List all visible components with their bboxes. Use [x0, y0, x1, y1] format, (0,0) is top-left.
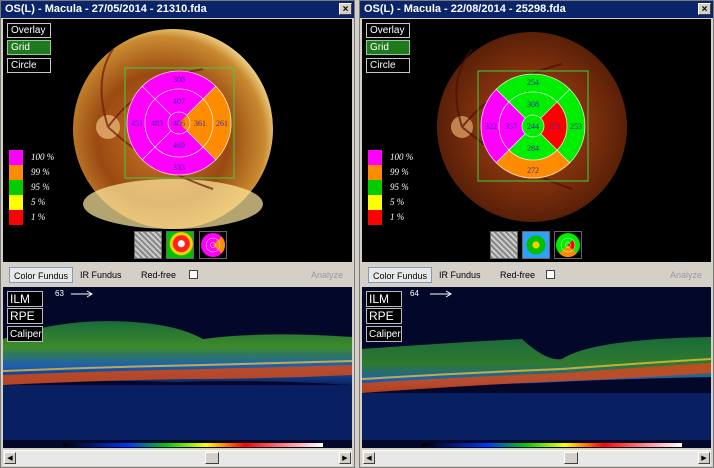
- caliper-button[interactable]: Caliper: [7, 326, 43, 342]
- grid-outer-bottom-value: 272: [527, 166, 539, 175]
- grid-inner-right-value: 361: [194, 119, 206, 128]
- red-free-checkbox[interactable]: [189, 270, 198, 279]
- legend-swatch: [368, 180, 382, 195]
- grid-center-value: 244: [527, 122, 539, 131]
- grid-inner-right-value: 253: [548, 122, 560, 131]
- oct-bscan-view[interactable]: 63 ILM RPE Caliper: [3, 287, 352, 448]
- tab-color-fundus[interactable]: Color Fundus: [9, 267, 74, 283]
- fundus-image-view[interactable]: 308 407 406 483 361 451 261 469 333 Over…: [3, 19, 352, 262]
- grid-inner-top-value: 308: [527, 100, 539, 109]
- tab-ir-fundus[interactable]: IR Fundus: [80, 267, 122, 283]
- left-scan-window: OS(L) - Macula - 27/05/2014 - 21310.fda …: [0, 0, 355, 468]
- window-title: OS(L) - Macula - 27/05/2014 - 21310.fda …: [1, 1, 354, 18]
- image-mode-tabs: Color Fundus IR Fundus Red-free Analyze: [3, 264, 352, 286]
- overlay-button[interactable]: Overlay: [366, 23, 410, 38]
- analyze-button[interactable]: Analyze: [670, 267, 702, 283]
- legend-swatch: [368, 165, 382, 180]
- oct-thumbnail[interactable]: [490, 231, 518, 259]
- etdrs-grid: 308 407 406 483 361 451 261 469 333: [126, 70, 232, 176]
- tab-red-free[interactable]: Red-free: [500, 267, 535, 283]
- circle-button[interactable]: Circle: [7, 58, 51, 73]
- close-button[interactable]: ×: [339, 3, 352, 15]
- thickness-map-thumbnail[interactable]: [522, 231, 550, 259]
- fundus-image-view[interactable]: 254 308 244 357 253 322 253 284 272 Over…: [362, 19, 711, 262]
- grid-thumbnail[interactable]: [199, 231, 227, 259]
- tab-color-fundus[interactable]: Color Fundus: [368, 267, 433, 283]
- grid-inner-bottom-value: 284: [527, 144, 539, 153]
- grid-thumbnail[interactable]: [554, 231, 582, 259]
- ilm-button[interactable]: ILM: [7, 291, 43, 307]
- circle-button[interactable]: Circle: [366, 58, 410, 73]
- rpe-button[interactable]: RPE: [7, 308, 43, 324]
- scan-scrollbar[interactable]: ◀ ▶: [3, 450, 352, 466]
- tab-red-free[interactable]: Red-free: [141, 267, 176, 283]
- thickness-map-thumbnail[interactable]: [166, 231, 194, 259]
- scroll-right-arrow-icon[interactable]: ▶: [339, 452, 351, 464]
- legend-swatch: [9, 180, 23, 195]
- grid-inner-bottom-value: 469: [173, 141, 185, 150]
- scan-number: 63: [55, 289, 64, 298]
- grid-outer-bottom-value: 333: [173, 163, 185, 172]
- scroll-right-arrow-icon[interactable]: ▶: [698, 452, 710, 464]
- scroll-left-arrow-icon[interactable]: ◀: [4, 452, 16, 464]
- grid-inner-left-value: 483: [151, 119, 163, 128]
- grid-button[interactable]: Grid: [366, 40, 410, 55]
- grid-center-value: 406: [173, 119, 185, 128]
- rpe-button[interactable]: RPE: [366, 308, 402, 324]
- right-scan-window: OS(L) - Macula - 22/08/2014 - 25298.fda …: [359, 0, 714, 468]
- grid-outer-top-value: 308: [173, 75, 185, 84]
- grid-outer-right-value: 253: [570, 122, 582, 131]
- grid-outer-left-value: 451: [131, 119, 143, 128]
- grid-inner-left-value: 357: [505, 122, 517, 131]
- window-title: OS(L) - Macula - 22/08/2014 - 25298.fda …: [360, 1, 713, 18]
- scan-number: 64: [410, 289, 419, 298]
- close-button[interactable]: ×: [698, 3, 711, 15]
- oct-thumbnail[interactable]: [134, 231, 162, 259]
- legend-swatch: [368, 150, 382, 165]
- legend-swatch: [368, 195, 382, 210]
- red-free-checkbox[interactable]: [546, 270, 555, 279]
- scan-scrollbar[interactable]: ◀ ▶: [362, 450, 711, 466]
- grid-button[interactable]: Grid: [7, 40, 51, 55]
- scroll-thumb[interactable]: [564, 452, 578, 464]
- analyze-button[interactable]: Analyze: [311, 267, 343, 283]
- legend-swatch: [368, 210, 382, 225]
- grid-outer-top-value: 254: [527, 78, 539, 87]
- grid-inner-top-value: 407: [173, 97, 185, 106]
- caliper-button[interactable]: Caliper: [366, 326, 402, 342]
- tab-ir-fundus[interactable]: IR Fundus: [439, 267, 481, 283]
- legend-swatch: [9, 210, 23, 225]
- oct-bscan-view[interactable]: 64 ILM RPE Caliper: [362, 287, 711, 448]
- legend-swatch: [9, 150, 23, 165]
- ilm-button[interactable]: ILM: [366, 291, 402, 307]
- legend-swatch: [9, 165, 23, 180]
- scroll-left-arrow-icon[interactable]: ◀: [363, 452, 375, 464]
- grid-outer-left-value: 322: [485, 122, 497, 131]
- etdrs-grid: 254 308 244 357 253 322 253 284 272: [480, 73, 586, 179]
- scroll-thumb[interactable]: [205, 452, 219, 464]
- grid-outer-right-value: 261: [216, 119, 228, 128]
- overlay-button[interactable]: Overlay: [7, 23, 51, 38]
- legend-swatch: [9, 195, 23, 210]
- image-mode-tabs: Color Fundus IR Fundus Red-free Analyze: [362, 264, 711, 286]
